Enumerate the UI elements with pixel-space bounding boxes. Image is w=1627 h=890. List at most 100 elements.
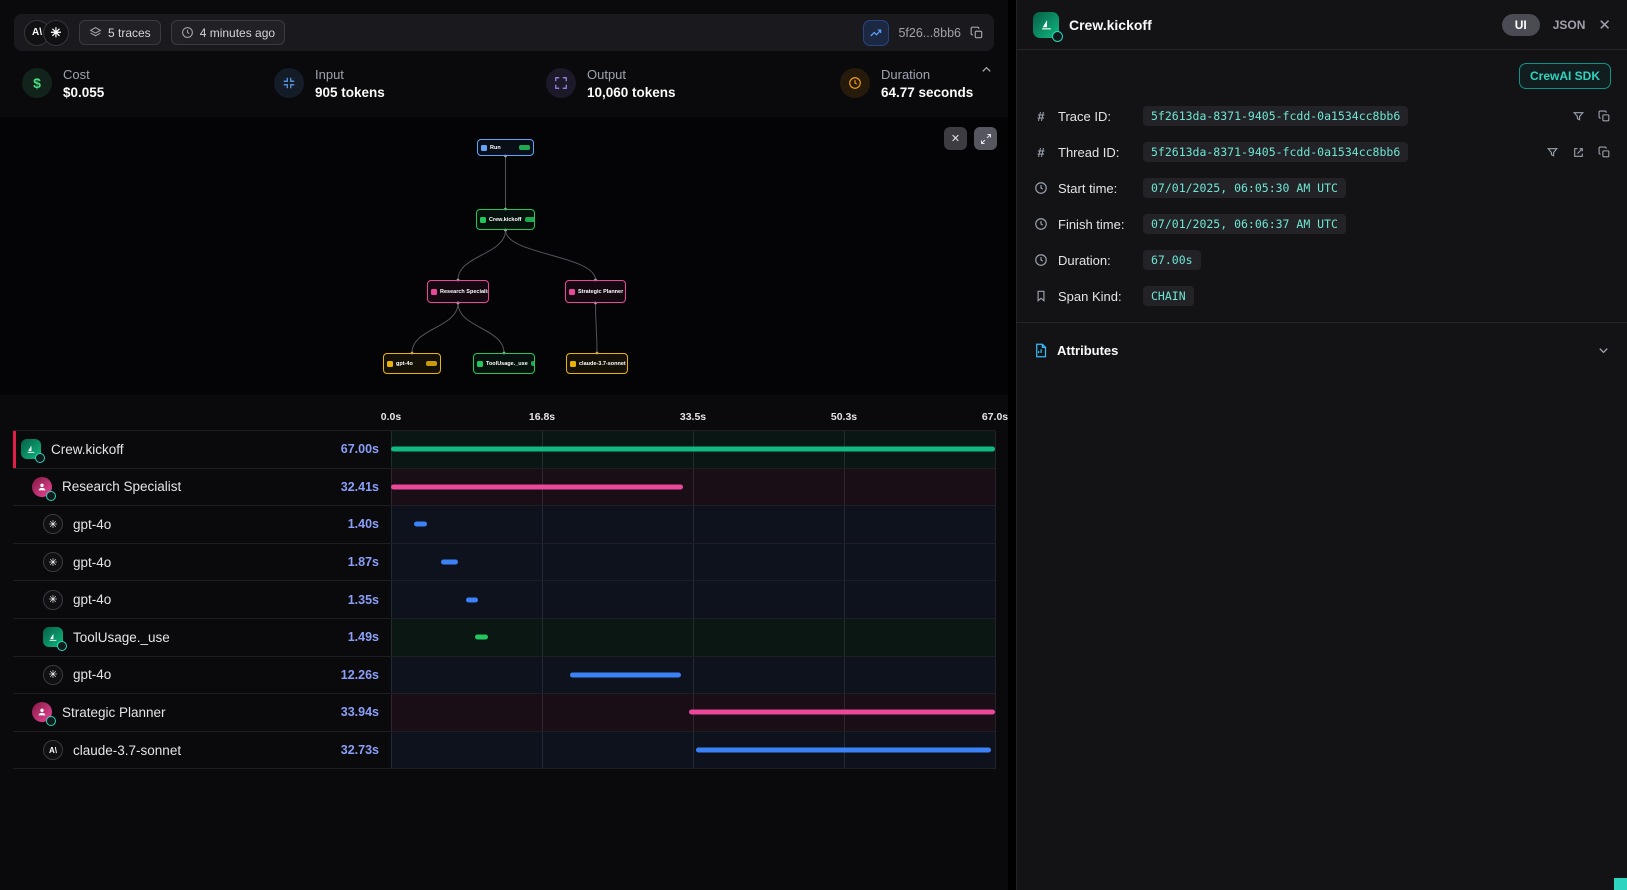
row-plot xyxy=(391,506,995,543)
timeline-row-strategic-planner[interactable]: Strategic Planner 33.94s xyxy=(13,694,995,732)
duration-bar xyxy=(475,635,488,640)
graph-node[interactable]: Strategic Planner xyxy=(565,280,626,303)
timeline-row-gpt-4o[interactable]: ✳ gpt-4o 1.35s xyxy=(13,581,995,619)
field-value[interactable]: 07/01/2025, 06:05:30 AM UTC xyxy=(1143,178,1346,198)
timeline-row-gpt-4o[interactable]: ✳ gpt-4o 1.40s xyxy=(13,506,995,544)
graph-node[interactable]: Crew.kickoff xyxy=(476,209,535,230)
trace-short-id: 5f26...8bb6 xyxy=(898,26,961,40)
instrumentation-badge-icon xyxy=(46,491,56,501)
span-name: gpt-4o xyxy=(73,667,111,682)
clock-icon xyxy=(181,26,194,39)
trace-header-bar: A\ ✳ 5 traces 4 minutes ago 5f26...8bb6 xyxy=(14,14,994,51)
field-value[interactable]: 07/01/2025, 06:06:37 AM UTC xyxy=(1143,214,1346,234)
hash-icon: # xyxy=(1033,145,1049,160)
filter-icon[interactable] xyxy=(1572,110,1585,123)
openai-icon: ✳ xyxy=(43,590,63,610)
openai-icon: ✳ xyxy=(43,514,63,534)
timeline-row-crew-kickoff[interactable]: Crew.kickoff 67.00s xyxy=(13,431,995,469)
trace-panel: A\ ✳ 5 traces 4 minutes ago 5f26...8bb6 … xyxy=(0,0,1008,890)
graph-node[interactable]: Research Specialist xyxy=(427,280,489,303)
field-duration: Duration: 67.00s xyxy=(1033,242,1611,278)
waterfall-timeline: 0.0s16.8s33.5s50.3s67.0s Crew.kickoff 67… xyxy=(13,406,995,769)
stat-label: Output xyxy=(587,67,676,82)
stat-duration: Duration 64.77 seconds xyxy=(840,60,986,106)
crewai-icon xyxy=(1033,12,1059,38)
time-ago-badge: 4 minutes ago xyxy=(171,20,285,45)
timeline-row-gpt-4o[interactable]: ✳ gpt-4o 1.87s xyxy=(13,544,995,582)
span-name: gpt-4o xyxy=(73,555,111,570)
field-label: Trace ID: xyxy=(1058,109,1134,124)
row-tint xyxy=(391,581,995,618)
tab-ui[interactable]: UI xyxy=(1502,14,1540,36)
duration-bar xyxy=(689,710,995,715)
openai-icon: ✳ xyxy=(43,665,63,685)
external-link-icon[interactable] xyxy=(1572,146,1585,159)
span-duration: 12.26s xyxy=(341,668,379,682)
span-duration: 33.94s xyxy=(341,705,379,719)
graph-node[interactable]: claude-3.7-sonnet xyxy=(566,353,628,374)
traces-count-badge[interactable]: 5 traces xyxy=(79,20,161,45)
field-value[interactable]: 5f2613da-8371-9405-fcdd-0a1534cc8bb6 xyxy=(1143,106,1408,126)
node-label: Run xyxy=(490,145,501,151)
graph-expand-button[interactable] xyxy=(974,127,997,150)
stat-output: Output 10,060 tokens xyxy=(546,60,840,106)
trend-chart-button[interactable] xyxy=(863,20,889,46)
axis-tick-label: 16.8s xyxy=(529,411,555,423)
field-thread-id: # Thread ID: 5f2613da-8371-9405-fcdd-0a1… xyxy=(1033,134,1611,170)
node-label: Strategic Planner xyxy=(578,289,623,295)
row-label: ✳ gpt-4o 1.87s xyxy=(13,544,391,581)
clock-icon xyxy=(1033,253,1049,267)
row-label: ✳ gpt-4o 1.40s xyxy=(13,506,391,543)
attributes-section-toggle[interactable]: Attributes xyxy=(1033,331,1611,369)
span-name: Research Specialist xyxy=(62,479,181,494)
row-plot xyxy=(391,732,995,769)
close-panel-button[interactable]: ✕ xyxy=(1598,16,1611,34)
timeline-row-research-specialist[interactable]: Research Specialist 32.41s xyxy=(13,469,995,507)
span-name: claude-3.7-sonnet xyxy=(73,743,181,758)
chevron-down-icon xyxy=(1596,343,1611,358)
filter-icon[interactable] xyxy=(1546,146,1559,159)
axis-tick-label: 50.3s xyxy=(831,411,857,423)
field-label: Start time: xyxy=(1058,181,1134,196)
row-plot xyxy=(391,694,995,731)
axis-tick-label: 33.5s xyxy=(680,411,706,423)
bookmark-icon xyxy=(1033,289,1049,303)
span-name: ToolUsage._use xyxy=(73,630,170,645)
graph-node[interactable]: ToolUsage._use xyxy=(473,353,535,374)
tab-json[interactable]: JSON xyxy=(1553,18,1586,32)
field-value[interactable]: CHAIN xyxy=(1143,286,1194,306)
field-finish-time: Finish time: 07/01/2025, 06:06:37 AM UTC xyxy=(1033,206,1611,242)
timeline-row-gpt-4o[interactable]: ✳ gpt-4o 12.26s xyxy=(13,657,995,695)
collapse-stats-button[interactable] xyxy=(979,62,994,77)
scrollbar-thumb[interactable] xyxy=(1614,878,1627,890)
field-span-kind: Span Kind: CHAIN xyxy=(1033,278,1611,314)
field-label: Span Kind: xyxy=(1058,289,1134,304)
timeline-row-toolusage-use[interactable]: ToolUsage._use 1.49s xyxy=(13,619,995,657)
node-label: Crew.kickoff xyxy=(489,217,522,223)
field-value[interactable]: 5f2613da-8371-9405-fcdd-0a1534cc8bb6 xyxy=(1143,142,1408,162)
stat-value: 905 tokens xyxy=(315,85,385,100)
duration-bar xyxy=(391,447,995,452)
row-label: Crew.kickoff 67.00s xyxy=(13,431,391,468)
field-label: Thread ID: xyxy=(1058,145,1134,160)
copy-icon[interactable] xyxy=(1598,110,1611,123)
timeline-row-claude-3-7-sonnet[interactable]: A\ claude-3.7-sonnet 32.73s xyxy=(13,732,995,770)
graph-node[interactable]: gpt-4o xyxy=(383,353,441,374)
stat-label: Input xyxy=(315,67,385,82)
field-label: Duration: xyxy=(1058,253,1134,268)
field-value[interactable]: 67.00s xyxy=(1143,250,1201,270)
stat-label: Duration xyxy=(881,67,973,82)
graph-node[interactable]: Run xyxy=(477,139,534,156)
copy-icon[interactable] xyxy=(970,26,984,40)
span-duration: 32.41s xyxy=(341,480,379,494)
copy-icon[interactable] xyxy=(1598,146,1611,159)
row-label: ToolUsage._use 1.49s xyxy=(13,619,391,656)
divider xyxy=(1017,322,1627,323)
row-plot xyxy=(391,581,995,618)
row-tint xyxy=(391,544,995,581)
graph-close-button[interactable]: ✕ xyxy=(944,127,967,150)
span-name: gpt-4o xyxy=(73,592,111,607)
sdk-badge: CrewAI SDK xyxy=(1519,63,1611,89)
row-plot xyxy=(391,619,995,656)
node-status-badge xyxy=(519,145,530,150)
